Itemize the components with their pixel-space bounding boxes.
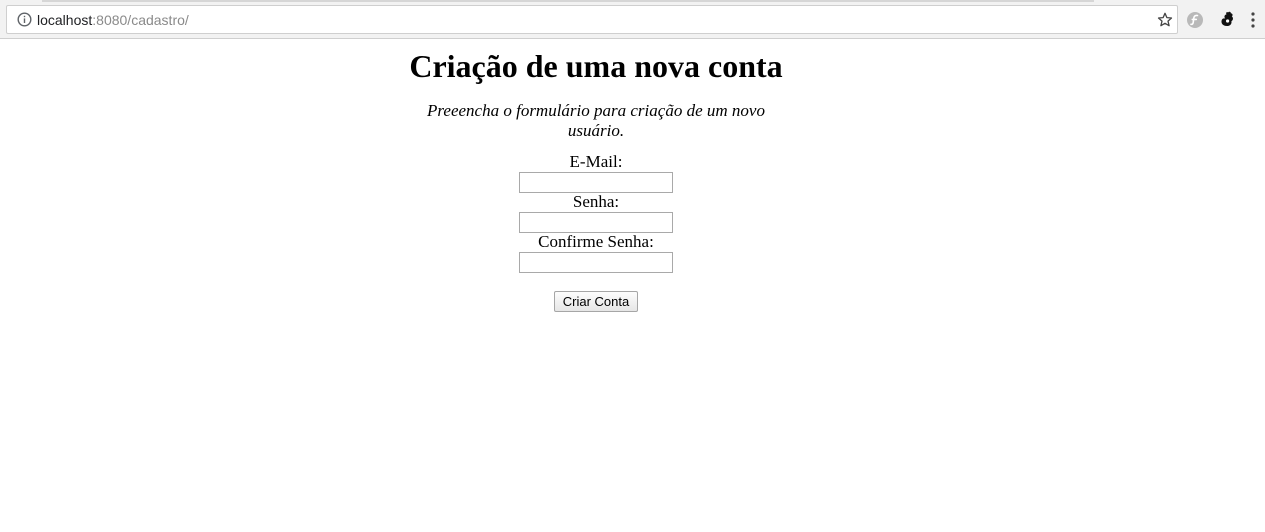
kebab-menu-icon[interactable] <box>1250 11 1256 29</box>
confirm-password-field[interactable] <box>519 252 673 273</box>
browser-toolbar: localhost:8080/cadastro/ <box>0 0 1265 39</box>
page-body: Criação de uma nova conta Preeencha o fo… <box>0 39 1265 532</box>
password-field[interactable] <box>519 212 673 233</box>
info-icon[interactable] <box>17 12 32 27</box>
page-subtitle: Preeencha o formulário para criação de u… <box>427 101 765 140</box>
url-host: localhost <box>37 12 93 28</box>
star-icon[interactable] <box>1157 12 1173 28</box>
create-account-button[interactable]: Criar Conta <box>554 291 638 312</box>
page-title: Criação de uma nova conta <box>409 48 783 84</box>
password-label: Senha: <box>572 192 620 211</box>
email-label: E-Mail: <box>569 152 623 171</box>
signup-container: Criação de uma nova conta Preeencha o fo… <box>406 39 786 312</box>
address-bar[interactable]: localhost:8080/cadastro/ <box>6 5 1178 34</box>
extension-icon[interactable] <box>1186 11 1204 29</box>
signup-form: E-Mail: Senha: Confirme Senha: Criar Con… <box>406 153 786 312</box>
tab-strip-edge <box>42 0 1094 2</box>
url-text[interactable]: localhost:8080/cadastro/ <box>37 11 189 29</box>
url-path: :8080/cadastro/ <box>92 12 189 28</box>
extension-icon[interactable] <box>1218 10 1236 28</box>
email-field[interactable] <box>519 172 673 193</box>
confirm-password-label: Confirme Senha: <box>538 232 654 251</box>
